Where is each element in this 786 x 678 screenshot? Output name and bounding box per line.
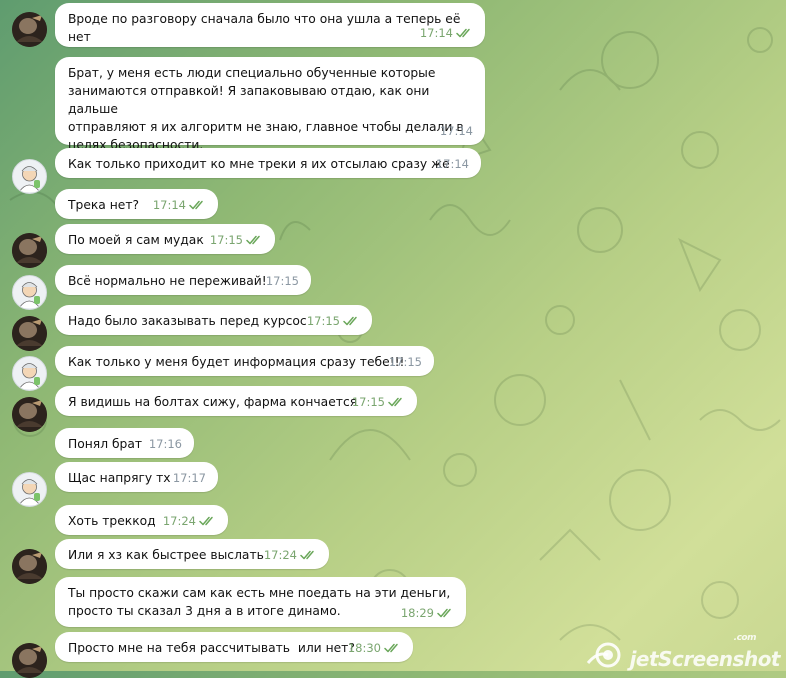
message-bubble[interactable]: Или я хз как быстрее выслать 17:24 [55, 539, 329, 569]
avatar[interactable] [12, 316, 47, 351]
message-text: Как только приходит ко мне треки я их от… [68, 157, 450, 171]
message-bubble[interactable]: Трека нет? 17:14 [55, 189, 218, 219]
message-time: 17:15 [209, 233, 243, 247]
message-time: 18:29 [400, 606, 434, 620]
message-bubble[interactable]: Всё нормально не переживай! 17:15 [55, 265, 311, 295]
chat-history[interactable]: Вроде по разговору сначала было что она … [0, 0, 786, 678]
avatar[interactable] [12, 472, 47, 507]
message-time: 17:24 [162, 514, 196, 528]
message-text: Как только у меня будет информация сразу… [68, 355, 405, 369]
message-bubble[interactable]: Я видишь на болтах сижу, фарма кончается… [55, 386, 417, 416]
message-bubble[interactable]: Щас напрягу тх 17:17 [55, 462, 218, 492]
message-text: Вроде по разговору сначала было что она … [68, 12, 465, 44]
message-time: 18:30 [347, 641, 381, 655]
read-double-check-icon [456, 28, 470, 38]
message-bubble[interactable]: Как только приходит ко мне треки я их от… [55, 148, 481, 178]
read-double-check-icon [437, 608, 451, 618]
message-time: 17:14 [152, 198, 186, 212]
message-time: 17:15 [306, 314, 340, 328]
message-meta: 18:30 [348, 639, 401, 657]
read-double-check-icon [199, 516, 213, 526]
avatar[interactable] [12, 549, 47, 584]
message-time: 17:14 [435, 157, 469, 171]
message-meta: 17:14 [153, 196, 206, 214]
avatar[interactable] [12, 275, 47, 310]
message-bubble[interactable]: Надо было заказывать перед курсос 17:15 [55, 305, 372, 335]
message-time: 17:15 [265, 274, 299, 288]
read-double-check-icon [246, 235, 260, 245]
message-time: 17:15 [388, 355, 422, 369]
avatar[interactable] [12, 397, 47, 432]
avatar[interactable] [12, 12, 47, 47]
message-meta: 18:29 [401, 604, 454, 622]
message-meta: 17:14 [436, 155, 469, 173]
message-meta: 17:15 [352, 393, 405, 411]
read-double-check-icon [388, 397, 402, 407]
message-bubble[interactable]: Понял брат 17:16 [55, 428, 194, 458]
read-double-check-icon [189, 200, 203, 210]
message-text: Ты просто скажи сам как есть мне поедать… [68, 586, 451, 618]
message-meta: 17:24 [264, 546, 317, 564]
message-time: 17:24 [263, 548, 297, 562]
message-text: Брат, у меня есть люди специально обучен… [68, 66, 464, 152]
message-meta: 17:15 [389, 353, 422, 371]
message-meta: 17:15 [210, 231, 263, 249]
message-bubble[interactable]: Ты просто скажи сам как есть мне поедать… [55, 577, 466, 627]
message-time: 17:14 [419, 26, 453, 40]
message-meta: 17:24 [163, 512, 216, 530]
message-bubble[interactable]: Хоть треккод 17:24 [55, 505, 228, 535]
avatar[interactable] [12, 356, 47, 391]
message-time: 17:14 [439, 124, 473, 138]
watermark-suffix: .com [733, 633, 757, 643]
avatar[interactable] [12, 159, 47, 194]
avatar[interactable] [12, 643, 47, 678]
message-text: Всё нормально не переживай! [68, 274, 267, 288]
read-double-check-icon [384, 643, 398, 653]
avatar[interactable] [12, 233, 47, 268]
read-double-check-icon [300, 550, 314, 560]
message-meta: 17:14 [440, 122, 473, 140]
watermark-text: jetScreenshot [629, 647, 781, 671]
message-meta: 17:16 [149, 435, 182, 453]
read-double-check-icon [343, 316, 357, 326]
message-time: 17:15 [351, 395, 385, 409]
message-meta: 17:15 [266, 272, 299, 290]
message-meta: 17:14 [420, 24, 473, 42]
message-meta: 17:15 [307, 312, 360, 330]
jetscreenshot-watermark: jetScreenshot .com [586, 633, 781, 671]
camera-lens-icon [586, 642, 621, 668]
message-bubble[interactable]: Брат, у меня есть люди специально обучен… [55, 57, 485, 152]
message-time: 17:17 [172, 471, 206, 485]
message-bubble[interactable]: По моей я сам мудак 17:15 [55, 224, 275, 254]
message-bubble[interactable]: Вроде по разговору сначала было что она … [55, 3, 485, 47]
message-bubble[interactable]: Как только у меня будет информация сразу… [55, 346, 434, 376]
message-meta: 17:17 [173, 469, 206, 487]
message-bubble[interactable]: Просто мне на тебя рассчитывать или нет?… [55, 632, 413, 662]
message-time: 17:16 [148, 437, 182, 451]
